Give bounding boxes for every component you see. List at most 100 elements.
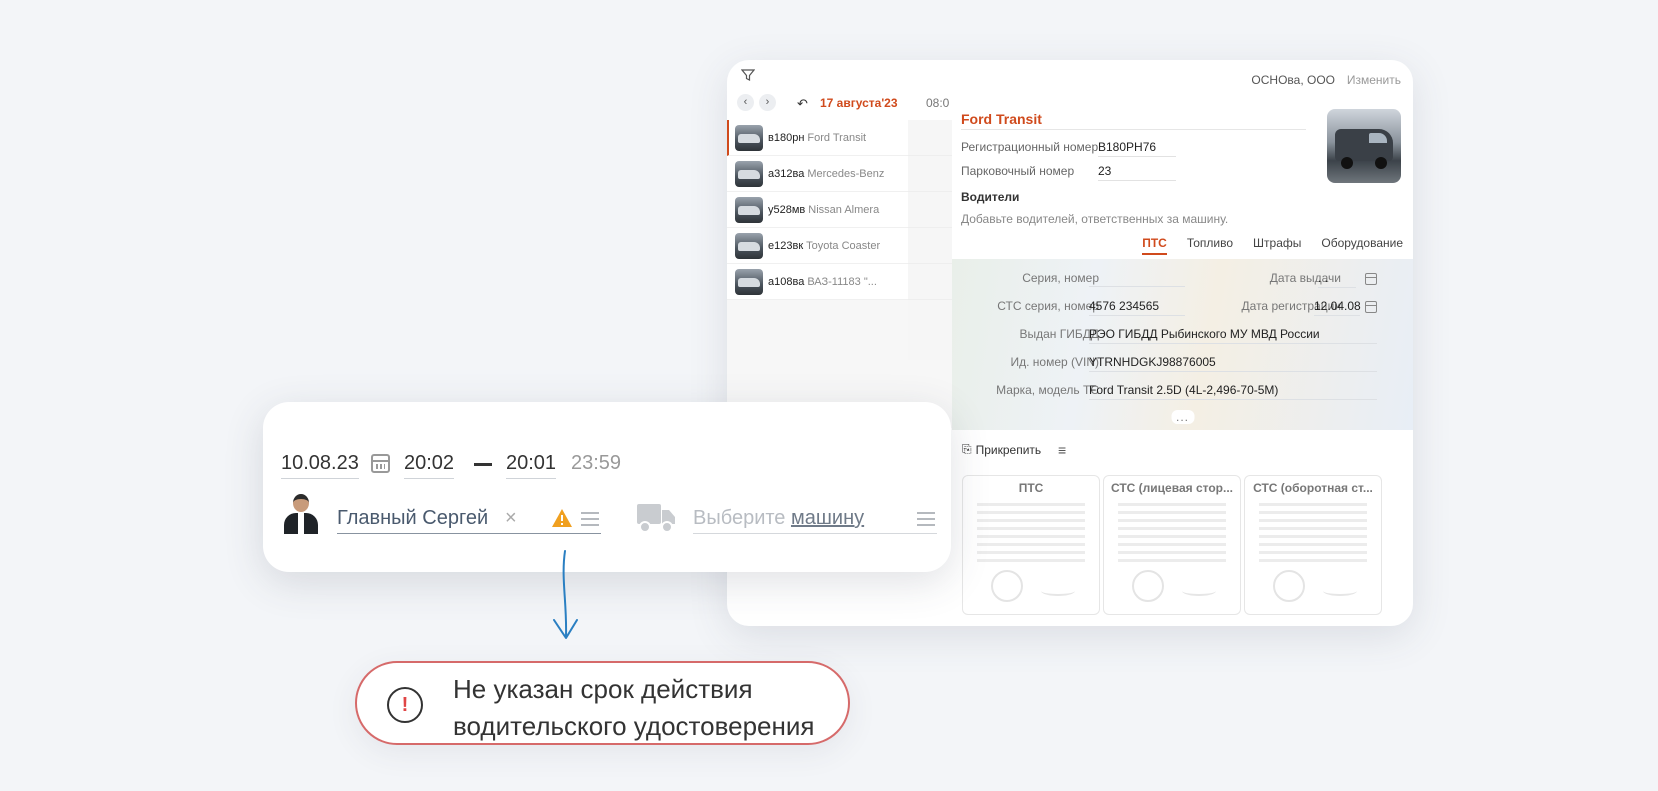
series-field[interactable]: [1089, 271, 1185, 287]
calendar-icon[interactable]: [1365, 301, 1377, 313]
paperclip-icon: ⎘: [962, 442, 972, 456]
vehicle-row[interactable]: у528мв Nissan Almera: [727, 192, 908, 228]
stamp-icon: [991, 570, 1023, 602]
doc-card-sts-front[interactable]: СТС (лицевая стор...: [1103, 475, 1241, 615]
vehicle-plate: а108ва: [768, 275, 805, 288]
vehicle-model: Mercedes-Benz: [807, 167, 885, 180]
vehicle-photo[interactable]: [1327, 109, 1401, 183]
reg-date-field[interactable]: 12.04.08: [1314, 299, 1361, 316]
vehicle-plate: в180рн: [768, 131, 805, 144]
driver-menu-icon[interactable]: [581, 512, 599, 526]
vin-field[interactable]: YTRNHDGKJ98876005: [1089, 355, 1377, 372]
vehicle-plate: е123вк: [768, 239, 804, 252]
booking-card: 10.08.23 20:02 20:01 23:59 Главный Серге…: [263, 402, 951, 572]
vehicle-placeholder-link[interactable]: машину: [791, 507, 864, 529]
vehicle-plate: у528мв: [768, 203, 806, 216]
org-change-link[interactable]: Изменить: [1347, 73, 1401, 87]
warning-icon[interactable]: [551, 508, 573, 528]
exclamation-icon: !: [387, 687, 423, 723]
stamp-icon: [1273, 570, 1305, 602]
arrow-down-icon: [553, 550, 578, 639]
details-tabs: ПТС Топливо Штрафы Оборудование: [1142, 236, 1403, 255]
model-field[interactable]: Ford Transit 2.5D (4L-2,496-70-5M): [1089, 383, 1377, 400]
reg-number-field[interactable]: В180РН76: [1098, 140, 1176, 157]
vehicle-placeholder-prefix: Выберите: [693, 507, 786, 529]
menu-icon[interactable]: ≡: [1058, 442, 1066, 458]
pts-form: Серия, номер Дата выдачи . . СТС серия, …: [952, 259, 1413, 430]
alert-line-2: водительского удостоверения: [453, 711, 815, 741]
doc-card-pts[interactable]: ПТС: [962, 475, 1100, 615]
vehicle-placeholder[interactable]: Выберите машину: [693, 507, 864, 530]
vehicle-row[interactable]: а312ва Mercedes-Benz: [727, 156, 908, 192]
date-field[interactable]: 10.08.23: [281, 452, 359, 479]
vehicle-model: ВАЗ-11183 "...: [807, 275, 877, 288]
tab-fuel[interactable]: Топливо: [1187, 236, 1233, 255]
truck-icon: [637, 504, 675, 533]
driver-field[interactable]: Главный Сергей ×: [337, 502, 601, 534]
vehicle-list-panel: ‹ › ↶ 17 августа'23 08:0 в180рн Ford Tra…: [727, 88, 952, 428]
vehicle-row[interactable]: в180рн Ford Transit: [727, 120, 908, 156]
time-from-field[interactable]: 20:02: [404, 452, 455, 479]
vehicle-model: Ford Transit: [807, 131, 867, 144]
timeline-grid: [908, 120, 952, 360]
prev-date-button[interactable]: ‹: [737, 94, 754, 111]
vehicle-row[interactable]: е123вк Toyota Coaster: [727, 228, 908, 264]
doc-card-caption: СТС (лицевая стор...: [1110, 481, 1234, 495]
series-label: Серия, номер: [1022, 271, 1099, 285]
signature-icon: [1323, 586, 1357, 596]
vehicle-menu-icon[interactable]: [917, 512, 935, 526]
stamp-icon: [1132, 570, 1164, 602]
signature-icon: [1182, 586, 1216, 596]
vehicle-row[interactable]: а108ва ВАЗ-11183 "...: [727, 264, 908, 300]
vehicle-select-field[interactable]: Выберите машину: [693, 502, 937, 534]
next-date-button[interactable]: ›: [759, 94, 776, 111]
doc-card-caption: СТС (оборотная ст...: [1253, 481, 1373, 495]
doc-card-caption: ПТС: [1018, 481, 1044, 495]
issued-label: Выдан ГИБДД: [1019, 327, 1099, 341]
today-undo-icon[interactable]: ↶: [797, 96, 808, 112]
parking-number-field[interactable]: 23: [1098, 164, 1176, 181]
current-date[interactable]: 17 августа'23: [820, 96, 898, 110]
vehicle-thumbnail: [735, 268, 763, 295]
vehicle-details-panel: Ford Transit Регистрационный номер В180Р…: [952, 100, 1413, 626]
doc-card-sts-back[interactable]: СТС (оборотная ст...: [1244, 475, 1382, 615]
alert-text: Не указан срок действия водительского уд…: [453, 671, 814, 745]
vehicle-model: Nissan Almera: [808, 203, 880, 216]
issued-field[interactable]: РЭО ГИБДД Рыбинского МУ МВД России: [1089, 327, 1377, 344]
vehicle-thumbnail: [735, 160, 763, 187]
date-navigator: ‹ › ↶ 17 августа'23 08:0: [727, 88, 952, 120]
filter-icon[interactable]: [741, 68, 755, 82]
tab-equipment[interactable]: Оборудование: [1321, 236, 1403, 255]
drivers-hint[interactable]: Добавьте водителей, ответственных за маш…: [961, 212, 1228, 226]
tab-pts[interactable]: ПТС: [1142, 236, 1167, 255]
vin-label: Ид. номер (VIN): [1010, 355, 1099, 369]
reg-number-label: Регистрационный номер: [961, 140, 1099, 154]
sts-field[interactable]: 4576 234565: [1089, 299, 1185, 316]
calendar-icon[interactable]: [371, 454, 390, 473]
tab-fines[interactable]: Штрафы: [1253, 236, 1301, 255]
driver-avatar: [281, 492, 321, 534]
vehicle-model: Toyota Coaster: [806, 239, 881, 252]
org-name: ОСНОва, ООО: [1251, 73, 1335, 87]
attach-label: Прикрепить: [975, 442, 1042, 457]
vehicle-list: в180рн Ford Transit а312ва Mercedes-Benz…: [727, 120, 908, 300]
sts-label: СТС серия, номер: [997, 299, 1099, 313]
calendar-icon[interactable]: [1365, 273, 1377, 285]
model-label: Марка, модель ТС: [996, 383, 1099, 397]
timeline-hour: 08:0: [926, 96, 950, 110]
parking-number-label: Парковочный номер: [961, 164, 1075, 178]
duration-label: 23:59: [571, 452, 622, 474]
signature-icon: [1041, 586, 1075, 596]
attach-button[interactable]: ⎘ Прикрепить: [962, 442, 1041, 457]
vehicle-title: Ford Transit: [961, 111, 1306, 130]
range-dash: [474, 463, 492, 466]
more-fields-button[interactable]: ...: [1170, 410, 1195, 424]
time-to-field[interactable]: 20:01: [506, 452, 557, 479]
license-alert: ! Не указан срок действия водительского …: [355, 661, 850, 745]
alert-line-1: Не указан срок действия: [453, 674, 753, 704]
drivers-header: Водители: [961, 190, 1020, 204]
issue-date-field[interactable]: . .: [1318, 271, 1356, 288]
clear-driver-icon[interactable]: ×: [505, 507, 517, 530]
driver-name[interactable]: Главный Сергей: [337, 507, 488, 530]
vehicle-plate: а312ва: [768, 167, 805, 180]
